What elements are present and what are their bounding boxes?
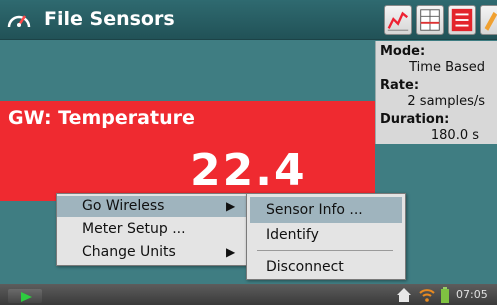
rate-label: Rate: bbox=[380, 78, 420, 93]
battery-icon bbox=[441, 287, 449, 303]
duration-label: Duration: bbox=[380, 112, 450, 127]
notes-button[interactable] bbox=[480, 5, 497, 35]
menu-item-label: Change Units bbox=[82, 244, 176, 260]
play-icon bbox=[21, 292, 32, 302]
submenu-item-label: Identify bbox=[266, 227, 319, 243]
mode-label: Mode: bbox=[380, 44, 426, 59]
collection-info-panel[interactable]: Mode: Time Based Rate: 2 samples/s Durat… bbox=[375, 41, 497, 144]
submenu-item-sensor-info[interactable]: Sensor Info ... bbox=[250, 197, 402, 223]
menu-divider bbox=[257, 250, 393, 251]
menu-item-label: Go Wireless bbox=[82, 198, 165, 214]
graph-view-icon bbox=[387, 11, 409, 31]
graph-area bbox=[0, 41, 375, 101]
duration-value: 180.0 s bbox=[430, 128, 479, 143]
gauge-icon[interactable] bbox=[6, 7, 32, 33]
pencil-icon bbox=[484, 11, 497, 31]
sensor-meter[interactable]: GW: Temperature 22.4 °C bbox=[0, 101, 375, 247]
table-view-button[interactable] bbox=[416, 5, 444, 35]
submenu-item-label: Sensor Info ... bbox=[266, 202, 363, 218]
clock: 07:05 bbox=[456, 288, 488, 301]
list-view-button[interactable] bbox=[448, 5, 476, 35]
table-view-icon bbox=[420, 9, 440, 31]
meter-context-menu: Go Wireless ▶ Meter Setup ... Change Uni… bbox=[56, 193, 248, 266]
rate-value: 2 samples/s bbox=[407, 94, 485, 109]
home-icon[interactable] bbox=[396, 287, 412, 303]
mode-value: Time Based bbox=[409, 60, 485, 75]
graph-view-button[interactable] bbox=[384, 5, 412, 35]
menu-item-meter-setup[interactable]: Meter Setup ... bbox=[57, 219, 247, 240]
submenu-item-disconnect[interactable]: Disconnect bbox=[250, 254, 402, 280]
start-collection-button[interactable] bbox=[8, 289, 42, 303]
submenu-arrow-icon: ▶ bbox=[226, 199, 236, 213]
meter-label: GW: Temperature bbox=[8, 107, 195, 129]
submenu-arrow-icon: ▶ bbox=[226, 245, 236, 259]
menu-item-change-units[interactable]: Change Units ▶ bbox=[57, 242, 247, 263]
wifi-icon bbox=[419, 289, 435, 302]
submenu-item-label: Disconnect bbox=[266, 259, 344, 275]
menu-item-label: Meter Setup ... bbox=[82, 221, 186, 237]
menu-item-go-wireless[interactable]: Go Wireless ▶ bbox=[57, 196, 247, 217]
app-menu-title[interactable]: File Sensors bbox=[44, 8, 175, 30]
go-wireless-submenu: Sensor Info ... Identify Disconnect bbox=[246, 193, 406, 280]
list-view-icon bbox=[451, 8, 473, 32]
submenu-item-identify[interactable]: Identify bbox=[250, 222, 402, 248]
